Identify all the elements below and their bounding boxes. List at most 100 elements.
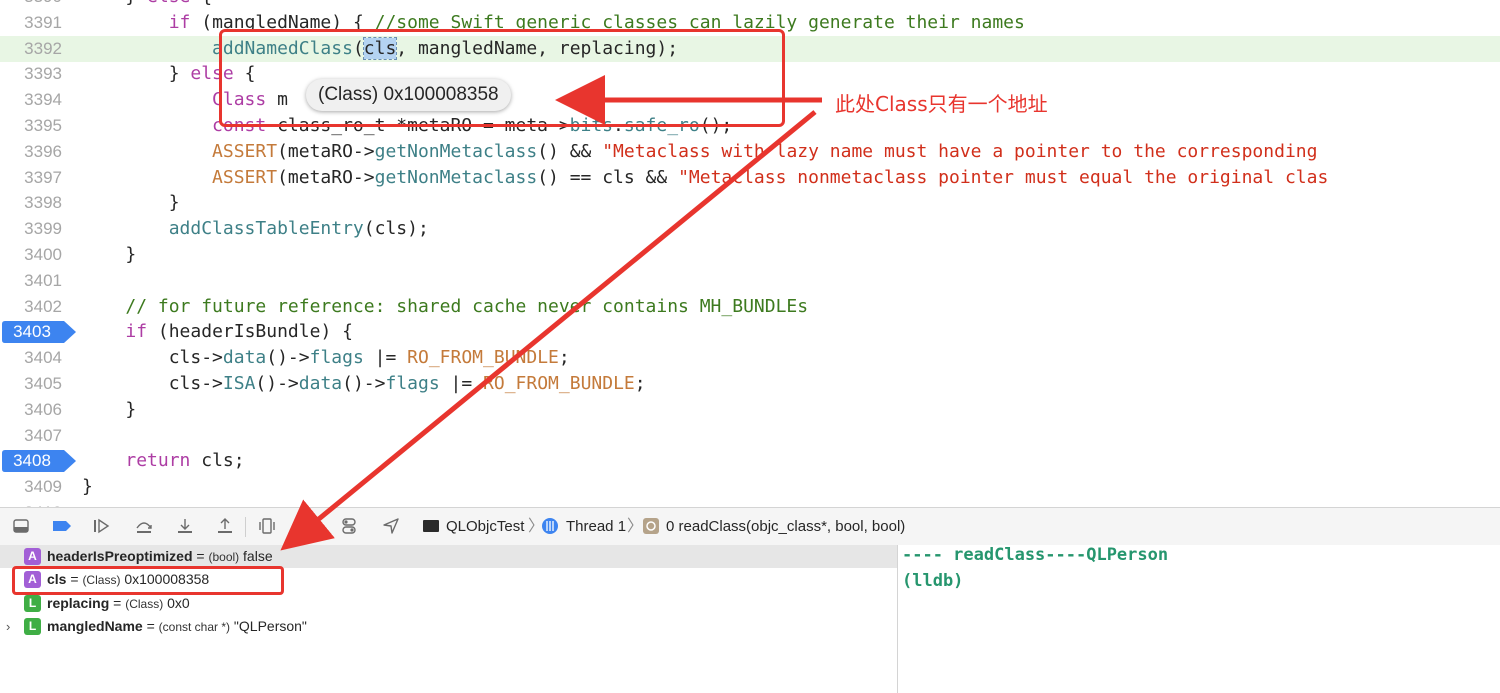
code-token: RO_FROM_BUNDLE (483, 373, 635, 394)
code-token: flags (385, 373, 440, 394)
code-token: else (147, 0, 190, 7)
code-token: flags (309, 347, 364, 369)
code-text[interactable]: cls->ISA()->data()->flags |= RO_FROM_BUN… (82, 371, 646, 397)
toolbar-separator (245, 517, 246, 537)
code-text[interactable]: } (82, 474, 93, 500)
code-token: ()-> (255, 373, 299, 394)
code-token: () && (537, 140, 603, 162)
code-token: data (222, 347, 267, 369)
variable-value: 0x0 (167, 594, 190, 611)
variable-row[interactable]: Lreplacing = (Class) 0x0 (0, 592, 897, 615)
code-line[interactable]: 3402 // for future reference: shared cac… (0, 294, 1500, 320)
variable-type: (const char *) (158, 619, 231, 634)
code-text[interactable]: if (headerIsBundle) { (82, 319, 353, 345)
code-token: ISA (222, 373, 256, 394)
code-line[interactable]: 3409} (0, 474, 1500, 500)
code-text[interactable]: cls->data()->flags |= RO_FROM_BUNDLE; (82, 345, 570, 371)
code-token: } (82, 476, 93, 498)
code-token: |= (439, 373, 484, 394)
variable-row[interactable]: AheaderIsPreoptimized = (bool) false (0, 545, 897, 568)
code-line[interactable]: 3403 if (headerIsBundle) { (0, 319, 1500, 345)
equals-sign: = (109, 594, 126, 611)
code-text[interactable]: } (82, 242, 136, 268)
code-text[interactable]: } else { (82, 0, 212, 10)
breakpoint-marker[interactable]: 3408 (2, 450, 76, 473)
environment-overrides-icon[interactable] (340, 517, 358, 535)
code-line[interactable]: 3404 cls->data()->flags |= RO_FROM_BUNDL… (0, 345, 1500, 371)
code-token: // for future reference: shared cache ne… (125, 295, 809, 317)
breadcrumb-frame[interactable]: 0 readClass(objc_class*, bool, bool) (666, 508, 905, 545)
code-token: (cls); (363, 218, 429, 240)
code-token: (headerIsBundle) { (147, 321, 353, 343)
line-number: 3410 (0, 500, 62, 507)
line-number: 3391 (24, 12, 62, 32)
variable-row[interactable]: › LmangledName = (const char *) "QLPerson… (0, 615, 897, 638)
step-over-icon[interactable] (134, 517, 152, 535)
line-number: 3405 (24, 374, 62, 393)
line-number: 3402 (24, 296, 62, 316)
breadcrumb-thread[interactable]: Thread 1 (566, 508, 626, 545)
code-text[interactable]: } (82, 190, 180, 216)
debug-toolbar: QLObjcTest 〉 Thread 1 〉 0 readClass(objc… (0, 507, 1500, 546)
line-number: 3401 (24, 270, 62, 290)
step-out-icon[interactable] (216, 517, 234, 535)
code-token: addClassTableEntry (168, 218, 364, 240)
code-text[interactable]: ASSERT(metaRO->getNonMetaclass() && "Met… (82, 139, 1317, 165)
code-line[interactable]: 3410 (0, 500, 1500, 507)
code-line[interactable]: 3401 (0, 268, 1500, 294)
code-text[interactable]: ASSERT(metaRO->getNonMetaclass() == cls … (82, 165, 1328, 191)
code-token: ()-> (266, 347, 310, 369)
line-number: 3395 (24, 116, 62, 135)
code-line[interactable]: 3408 return cls; (0, 448, 1500, 474)
annotation-highlight-box (12, 566, 284, 595)
code-text[interactable]: addClassTableEntry(cls); (82, 216, 429, 242)
variable-text: replacing = (Class) 0x0 (47, 592, 190, 616)
code-text[interactable]: } (82, 397, 136, 423)
breadcrumb-target[interactable]: QLObjcTest (446, 508, 524, 545)
code-token: if (168, 11, 191, 33)
code-line[interactable]: 3397 ASSERT(metaRO->getNonMetaclass() ==… (0, 165, 1500, 191)
line-number: 3392 (24, 38, 62, 58)
code-token: "Metaclass nonmetaclass pointer must equ… (678, 166, 1329, 188)
code-line[interactable]: 3399 addClassTableEntry(cls); (0, 216, 1500, 242)
code-line[interactable]: 3398 } (0, 190, 1500, 216)
code-token: RO_FROM_BUNDLE (407, 347, 559, 369)
code-token: } (82, 398, 137, 420)
breakpoint-marker[interactable]: 3403 (2, 321, 76, 344)
code-token: "Metaclass with lazy name must have a po… (602, 140, 1318, 162)
code-token: getNonMetaclass (374, 166, 538, 188)
breakpoints-toggle-icon[interactable] (52, 517, 71, 535)
disclosure-chevron-icon[interactable]: › (6, 615, 10, 638)
code-token: () == cls && (537, 166, 679, 188)
variable-type: (bool) (208, 550, 240, 564)
code-token: } (82, 0, 147, 7)
code-token: ()-> (342, 373, 386, 394)
local-badge-icon: L (24, 594, 41, 612)
hide-debug-area-icon[interactable] (12, 517, 30, 535)
code-line[interactable]: 3406 } (0, 397, 1500, 423)
code-line[interactable]: 3390 } else { (0, 0, 1500, 10)
step-into-icon[interactable] (176, 517, 194, 535)
lldb-console[interactable]: ---- readClass----QLPerson (lldb) (898, 545, 1500, 693)
terminal-icon (422, 517, 440, 535)
code-line[interactable]: 3400 } (0, 242, 1500, 268)
code-line[interactable]: 3405 cls->ISA()->data()->flags |= RO_FRO… (0, 371, 1500, 397)
code-token: (metaRO-> (277, 166, 375, 188)
line-number: 3403 (13, 322, 51, 342)
continue-icon[interactable] (92, 517, 110, 535)
variable-name: replacing (47, 594, 110, 611)
variable-name: headerIsPreoptimized (47, 548, 193, 564)
code-text[interactable]: return cls; (82, 448, 244, 474)
line-number: 3400 (24, 245, 62, 264)
line-number: 3390 (0, 0, 62, 10)
equals-sign: = (142, 617, 159, 634)
view-hierarchy-icon[interactable] (258, 517, 276, 535)
code-text[interactable]: // for future reference: shared cache ne… (82, 294, 808, 320)
code-token: ASSERT (212, 166, 278, 188)
code-line[interactable]: 3396 ASSERT(metaRO->getNonMetaclass() &&… (0, 139, 1500, 165)
simulate-location-icon[interactable] (382, 517, 400, 535)
code-line[interactable]: 3407 (0, 423, 1500, 449)
